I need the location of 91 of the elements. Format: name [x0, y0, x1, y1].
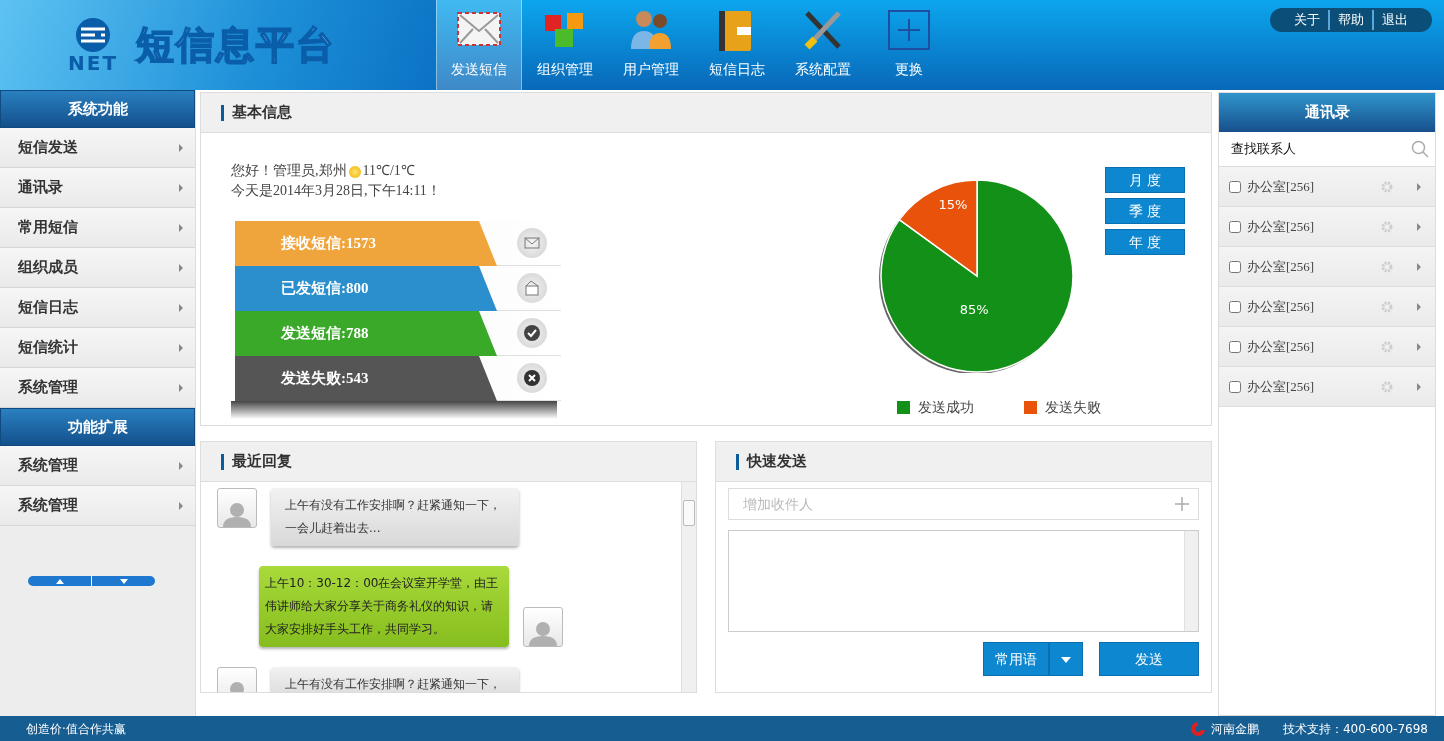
- scroll-down-button[interactable]: [92, 576, 155, 586]
- stat-label: 发送短信:788: [281, 324, 369, 344]
- cross-icon: [522, 368, 542, 388]
- brand-name: 河南金鹏: [1211, 720, 1259, 738]
- scrollbar[interactable]: [680, 482, 696, 692]
- contact-item[interactable]: 办公室[256]: [1219, 167, 1435, 207]
- stat-label: 发送失败:543: [281, 369, 369, 389]
- stat-label: 已发短信:800: [281, 279, 369, 299]
- stat-label: 接收短信:1573: [281, 234, 376, 254]
- sun-icon: [348, 165, 361, 178]
- send-button[interactable]: 发送: [1099, 642, 1199, 676]
- checkbox[interactable]: [1229, 340, 1241, 353]
- contact-item[interactable]: 办公室[256]: [1219, 327, 1435, 367]
- message-bubble: 上午10：30-12：00在会议室开学堂，由王伟讲师给大家分享关于商务礼仪的知识，请大家安排好手头工作，共同学习。: [259, 566, 509, 647]
- expand-arrow-icon[interactable]: [1417, 382, 1421, 391]
- expand-arrow-icon[interactable]: [1417, 182, 1421, 191]
- period-button[interactable]: 年 度: [1105, 229, 1185, 255]
- message-bubble: 上午有没有工作安排啊？赶紧通知一下，: [271, 667, 519, 692]
- greeting-text: 您好！管理员,郑州: [231, 163, 347, 178]
- sidebar-item[interactable]: 组织成员: [0, 248, 195, 288]
- legend-label: 发送成功: [918, 398, 974, 417]
- caret-icon: [1061, 656, 1071, 663]
- open-envelope-icon: [522, 278, 542, 298]
- data-label: 85%: [959, 301, 989, 317]
- checkbox[interactable]: [1229, 380, 1241, 393]
- panel-title: 最近回复: [232, 451, 292, 473]
- contact-item[interactable]: 办公室[256]: [1219, 207, 1435, 247]
- support-text: 技术支持：400-600-7698: [1283, 720, 1428, 738]
- top-link[interactable]: 退出: [1372, 10, 1408, 30]
- nav-tab[interactable]: 用户管理: [608, 0, 694, 90]
- sidebar-heading: 系统功能: [0, 90, 195, 128]
- expand-arrow-icon[interactable]: [1417, 342, 1421, 351]
- contact-item[interactable]: 办公室[256]: [1219, 247, 1435, 287]
- checkbox[interactable]: [1229, 260, 1241, 273]
- sidebar-item[interactable]: 常用短信: [0, 208, 195, 248]
- sidebar-item[interactable]: 短信日志: [0, 288, 195, 328]
- contact-label: 办公室[256]: [1247, 337, 1316, 356]
- period-button[interactable]: 月 度: [1105, 167, 1185, 193]
- avatar-icon: [217, 488, 257, 528]
- nav-tab[interactable]: 系统配置: [780, 0, 866, 90]
- panel-title: 快速发送: [746, 451, 807, 473]
- sidebar-item[interactable]: 通讯录: [0, 168, 195, 208]
- sidebar-item[interactable]: 系统管理: [0, 446, 195, 486]
- nav-tab[interactable]: 更换: [866, 0, 952, 90]
- top-link[interactable]: 关于: [1294, 10, 1320, 30]
- date-text: 今天是2014年3月28日,下午14:11！: [231, 183, 441, 198]
- contact-label: 办公室[256]: [1247, 377, 1316, 396]
- expand-arrow-icon[interactable]: [1417, 222, 1421, 231]
- period-button[interactable]: 季 度: [1105, 198, 1185, 224]
- down-arrow-icon: [119, 578, 128, 584]
- scroll-up-button[interactable]: [28, 576, 92, 586]
- footer-slogan: 创造价·值合作共赢: [26, 720, 126, 738]
- legend-swatch: [897, 401, 910, 414]
- recipient-field[interactable]: 增加收件人: [727, 488, 1199, 520]
- panel-title: 基本信息: [232, 102, 292, 124]
- checkbox[interactable]: [1229, 180, 1241, 193]
- avatar-icon: [523, 607, 563, 647]
- checkbox[interactable]: [1229, 300, 1241, 313]
- sidebar-item[interactable]: 系统管理: [0, 486, 195, 526]
- sidebar-heading: 功能扩展: [0, 408, 195, 446]
- brand-logo-icon: [1189, 720, 1207, 737]
- data-label: 15%: [938, 197, 968, 212]
- contact-item[interactable]: 办公室[256]: [1219, 367, 1435, 407]
- contact-label: 办公室[256]: [1247, 257, 1316, 276]
- up-arrow-icon: [55, 578, 64, 584]
- weather-text: 11℃/1℃: [362, 163, 415, 178]
- nav-tab[interactable]: 组织管理: [522, 0, 608, 90]
- legend-swatch: [1024, 401, 1037, 414]
- contacts-header: 通讯录: [1219, 93, 1435, 132]
- contact-item[interactable]: 办公室[256]: [1219, 287, 1435, 327]
- sidebar-item[interactable]: 系统管理: [0, 368, 195, 408]
- nav-tab[interactable]: 短信日志: [694, 0, 780, 90]
- add-icon[interactable]: [1175, 497, 1189, 511]
- plus-icon: [885, 7, 933, 53]
- sidebar-item[interactable]: 短信统计: [0, 328, 195, 368]
- top-link[interactable]: 帮助: [1328, 10, 1364, 30]
- contact-label: 办公室[256]: [1247, 217, 1316, 236]
- expand-arrow-icon[interactable]: [1417, 302, 1421, 311]
- phrases-button[interactable]: 常用语: [983, 642, 1049, 676]
- contact-label: 办公室[256]: [1247, 297, 1316, 316]
- message-bubble: 上午有没有工作安排啊？赶紧通知一下，一会儿赶着出去...: [271, 488, 519, 546]
- check-icon: [522, 323, 542, 343]
- legend-label: 发送失败: [1045, 398, 1101, 417]
- expand-arrow-icon[interactable]: [1417, 262, 1421, 271]
- sidebar-item[interactable]: 短信发送: [0, 128, 195, 168]
- dropdown-button[interactable]: [1049, 642, 1083, 676]
- logo-text: NET: [68, 53, 119, 73]
- checkbox[interactable]: [1229, 220, 1241, 233]
- search-icon[interactable]: [1411, 140, 1429, 158]
- message-input[interactable]: [727, 530, 1199, 632]
- contact-label: 办公室[256]: [1247, 177, 1316, 196]
